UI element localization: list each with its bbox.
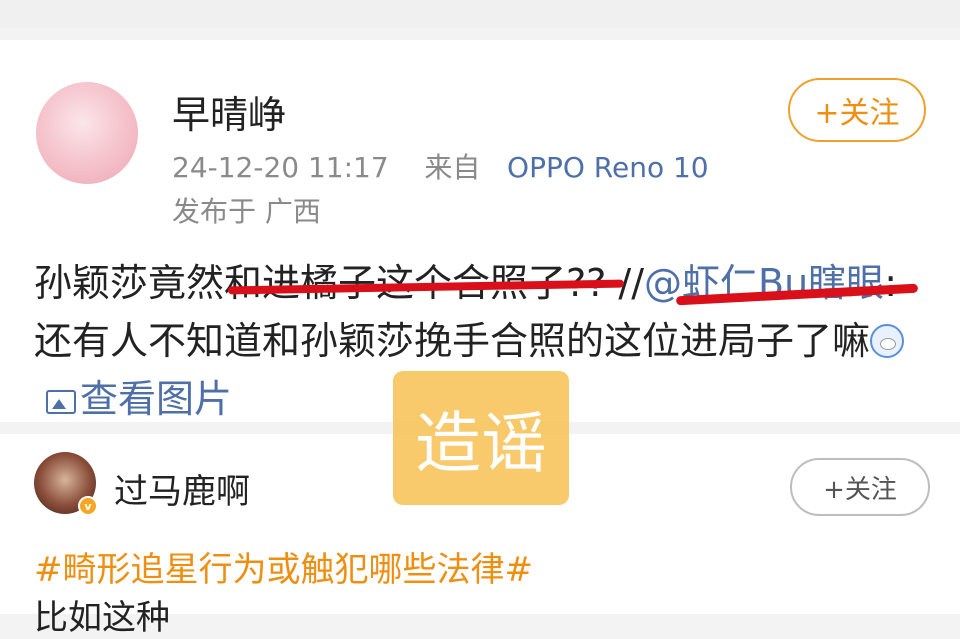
post-location: 发布于 广西: [172, 195, 321, 228]
post-meta: 24-12-20 11:17 来自 OPPO Reno 10: [172, 146, 709, 186]
comment-follow-button[interactable]: +关注: [790, 458, 930, 516]
rumor-stamp: 造谣: [393, 371, 569, 505]
post-username[interactable]: 早晴峥: [172, 84, 286, 139]
doraemon-emoji-icon: [870, 324, 905, 358]
post-device[interactable]: OPPO Reno 10: [507, 151, 709, 184]
comment-text: 比如这种: [34, 598, 170, 638]
top-strip: [0, 0, 960, 28]
comment-username[interactable]: 过马鹿啊: [114, 464, 250, 513]
post-source-prefix: 来自: [424, 151, 481, 184]
verified-badge-icon: v: [78, 496, 98, 516]
follow-button[interactable]: +关注: [788, 78, 926, 142]
hashtag-link[interactable]: #畸形追星行为或触犯哪些法律#: [34, 542, 533, 591]
avatar[interactable]: [36, 82, 138, 184]
view-picture-link[interactable]: 查看图片: [46, 377, 232, 421]
picture-icon: [46, 390, 76, 414]
view-picture-label: 查看图片: [80, 377, 233, 421]
post-time: 24-12-20 11:17: [172, 151, 389, 184]
